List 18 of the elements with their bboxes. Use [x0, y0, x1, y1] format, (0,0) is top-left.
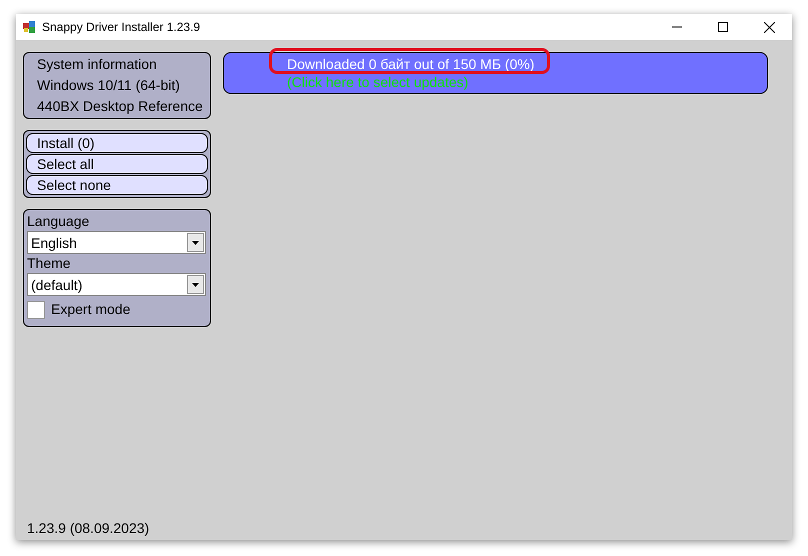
system-info-text: 440BX Desktop Reference: [37, 97, 204, 116]
version-text: 1.23.9 (08.09.2023): [27, 520, 150, 536]
system-info-text: System information: [37, 55, 158, 74]
expert-mode-checkbox[interactable]: [27, 300, 45, 318]
action-button[interactable]: Select none: [26, 175, 208, 195]
action-button[interactable]: Select all: [26, 154, 208, 174]
theme-label: Theme: [27, 254, 72, 273]
system-info-text: Windows 10/11 (64-bit): [37, 76, 181, 95]
close-icon: [764, 22, 774, 32]
expert-mode-label: Expert mode: [51, 300, 130, 319]
language-select[interactable]: English: [27, 231, 206, 254]
action-button[interactable]: Install (0): [26, 133, 208, 153]
language-label: Language: [27, 212, 90, 231]
window-title: Snappy Driver Installer 1.23.9: [42, 20, 202, 34]
download-status-text: Downloaded 0 байт out of 150 МБ (0%): [287, 55, 534, 73]
maximize-icon: [718, 22, 728, 32]
app-logo-icon: [22, 20, 36, 34]
theme-select[interactable]: (default): [27, 273, 206, 296]
